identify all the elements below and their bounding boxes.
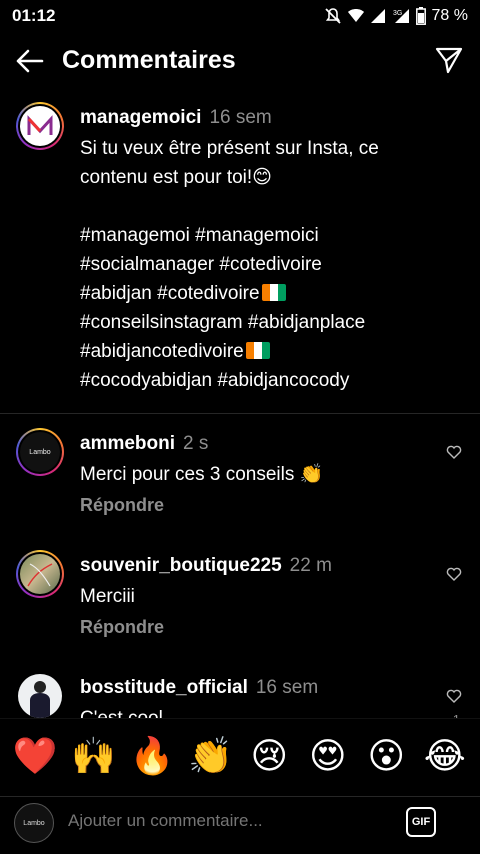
- heart-icon[interactable]: [446, 688, 462, 704]
- status-icons: 3G 78 %: [324, 7, 468, 25]
- hashtag-line-6[interactable]: #cocodyabidjan #abidjancocody: [80, 366, 430, 395]
- back-arrow-icon[interactable]: [14, 46, 46, 76]
- comment-username[interactable]: ammeboni: [80, 433, 175, 454]
- comment-input[interactable]: [68, 811, 368, 831]
- hashtag-line-3[interactable]: #abidjan #cotedivoire: [80, 283, 260, 304]
- comment-avatar[interactable]: Lambo: [16, 428, 64, 476]
- app-header: Commentaires: [0, 36, 480, 86]
- comment-time: 22 m: [289, 555, 332, 576]
- mute-bell-icon: [324, 8, 341, 24]
- gif-button[interactable]: GIF: [406, 807, 436, 837]
- battery-percent: 78 %: [431, 7, 468, 24]
- boutique-photo-icon: [27, 563, 53, 587]
- heart-icon[interactable]: [446, 444, 462, 460]
- comment-username[interactable]: souvenir_boutique225: [80, 555, 282, 576]
- surprised-emoji-button[interactable]: 😮: [361, 736, 411, 777]
- comment-input-bar: Lambo GIF: [0, 796, 480, 854]
- comment-text: Merci pour ces 3 conseils: [80, 464, 295, 485]
- wifi-icon: [347, 9, 364, 22]
- comment: ammeboni 2 s Merci pour ces 3 conseils 👏: [80, 432, 430, 489]
- managemoi-logo-icon: [27, 115, 53, 135]
- laughing-emoji-button[interactable]: 😂: [420, 736, 470, 777]
- divider: [0, 413, 480, 414]
- hashtag-line-5[interactable]: #abidjancotedivoire: [80, 341, 244, 362]
- heart-eyes-emoji-button[interactable]: 😍: [303, 736, 353, 777]
- comment-time: 16 sem: [255, 677, 319, 698]
- caption-line-2: contenu est pour toi!: [80, 167, 253, 188]
- caption: managemoici 16 sem Si tu veux être présen…: [80, 106, 430, 395]
- svg-text:3G: 3G: [393, 10, 402, 17]
- person-photo-icon: [30, 681, 50, 718]
- signal-icon: [370, 9, 385, 23]
- reply-button[interactable]: Répondre: [80, 617, 164, 638]
- send-icon[interactable]: [434, 45, 464, 75]
- page-title: Commentaires: [62, 46, 236, 74]
- crying-emoji-button[interactable]: 😢: [244, 736, 294, 777]
- reply-button[interactable]: Répondre: [80, 495, 164, 516]
- clap-emoji-button[interactable]: 👏: [186, 736, 236, 777]
- caption-text: Si tu veux être présent sur Insta, ce co…: [80, 134, 430, 395]
- fire-emoji-button[interactable]: 🔥: [127, 736, 177, 777]
- heart-icon[interactable]: [446, 566, 462, 582]
- heart-emoji-button[interactable]: ❤️: [10, 736, 60, 777]
- battery-icon: [415, 7, 426, 25]
- comment-time: 2 s: [183, 433, 209, 454]
- hashtag-line-1[interactable]: #managemoi #managemoici: [80, 221, 430, 250]
- signal-3g-icon: 3G: [393, 9, 409, 23]
- comment-username[interactable]: bosstitude_official: [80, 677, 248, 698]
- caption-line-1: Si tu veux être présent sur Insta, ce: [80, 138, 379, 159]
- caption-time: 16 sem: [209, 107, 272, 128]
- hashtag-line-4[interactable]: #conseilsinstagram #abidjanplace: [80, 308, 430, 337]
- ivory-coast-flag-icon: [245, 342, 270, 359]
- smile-emoji: 😊: [252, 167, 272, 188]
- caption-username[interactable]: managemoici: [80, 107, 201, 128]
- comment: souvenir_boutique225 22 m Merciii: [80, 554, 430, 611]
- emoji-reaction-bar: ❤️ 🙌 🔥 👏 😢 😍 😮 😂: [0, 718, 480, 794]
- user-avatar: Lambo: [14, 803, 54, 843]
- raised-hands-emoji-button[interactable]: 🙌: [69, 736, 119, 777]
- clap-emoji: 👏: [299, 464, 324, 485]
- ivory-coast-flag-icon: [261, 284, 286, 301]
- caption-avatar[interactable]: [16, 102, 64, 150]
- status-bar: 01:12 3G 78 %: [0, 0, 480, 32]
- comment-text: Merciii: [80, 586, 135, 607]
- hashtag-line-2[interactable]: #socialmanager #cotedivoire: [80, 250, 430, 279]
- status-time: 01:12: [12, 6, 56, 25]
- comment-avatar[interactable]: [18, 674, 62, 718]
- comment-avatar[interactable]: [16, 550, 64, 598]
- avatar-logo-text: Lambo: [20, 432, 60, 472]
